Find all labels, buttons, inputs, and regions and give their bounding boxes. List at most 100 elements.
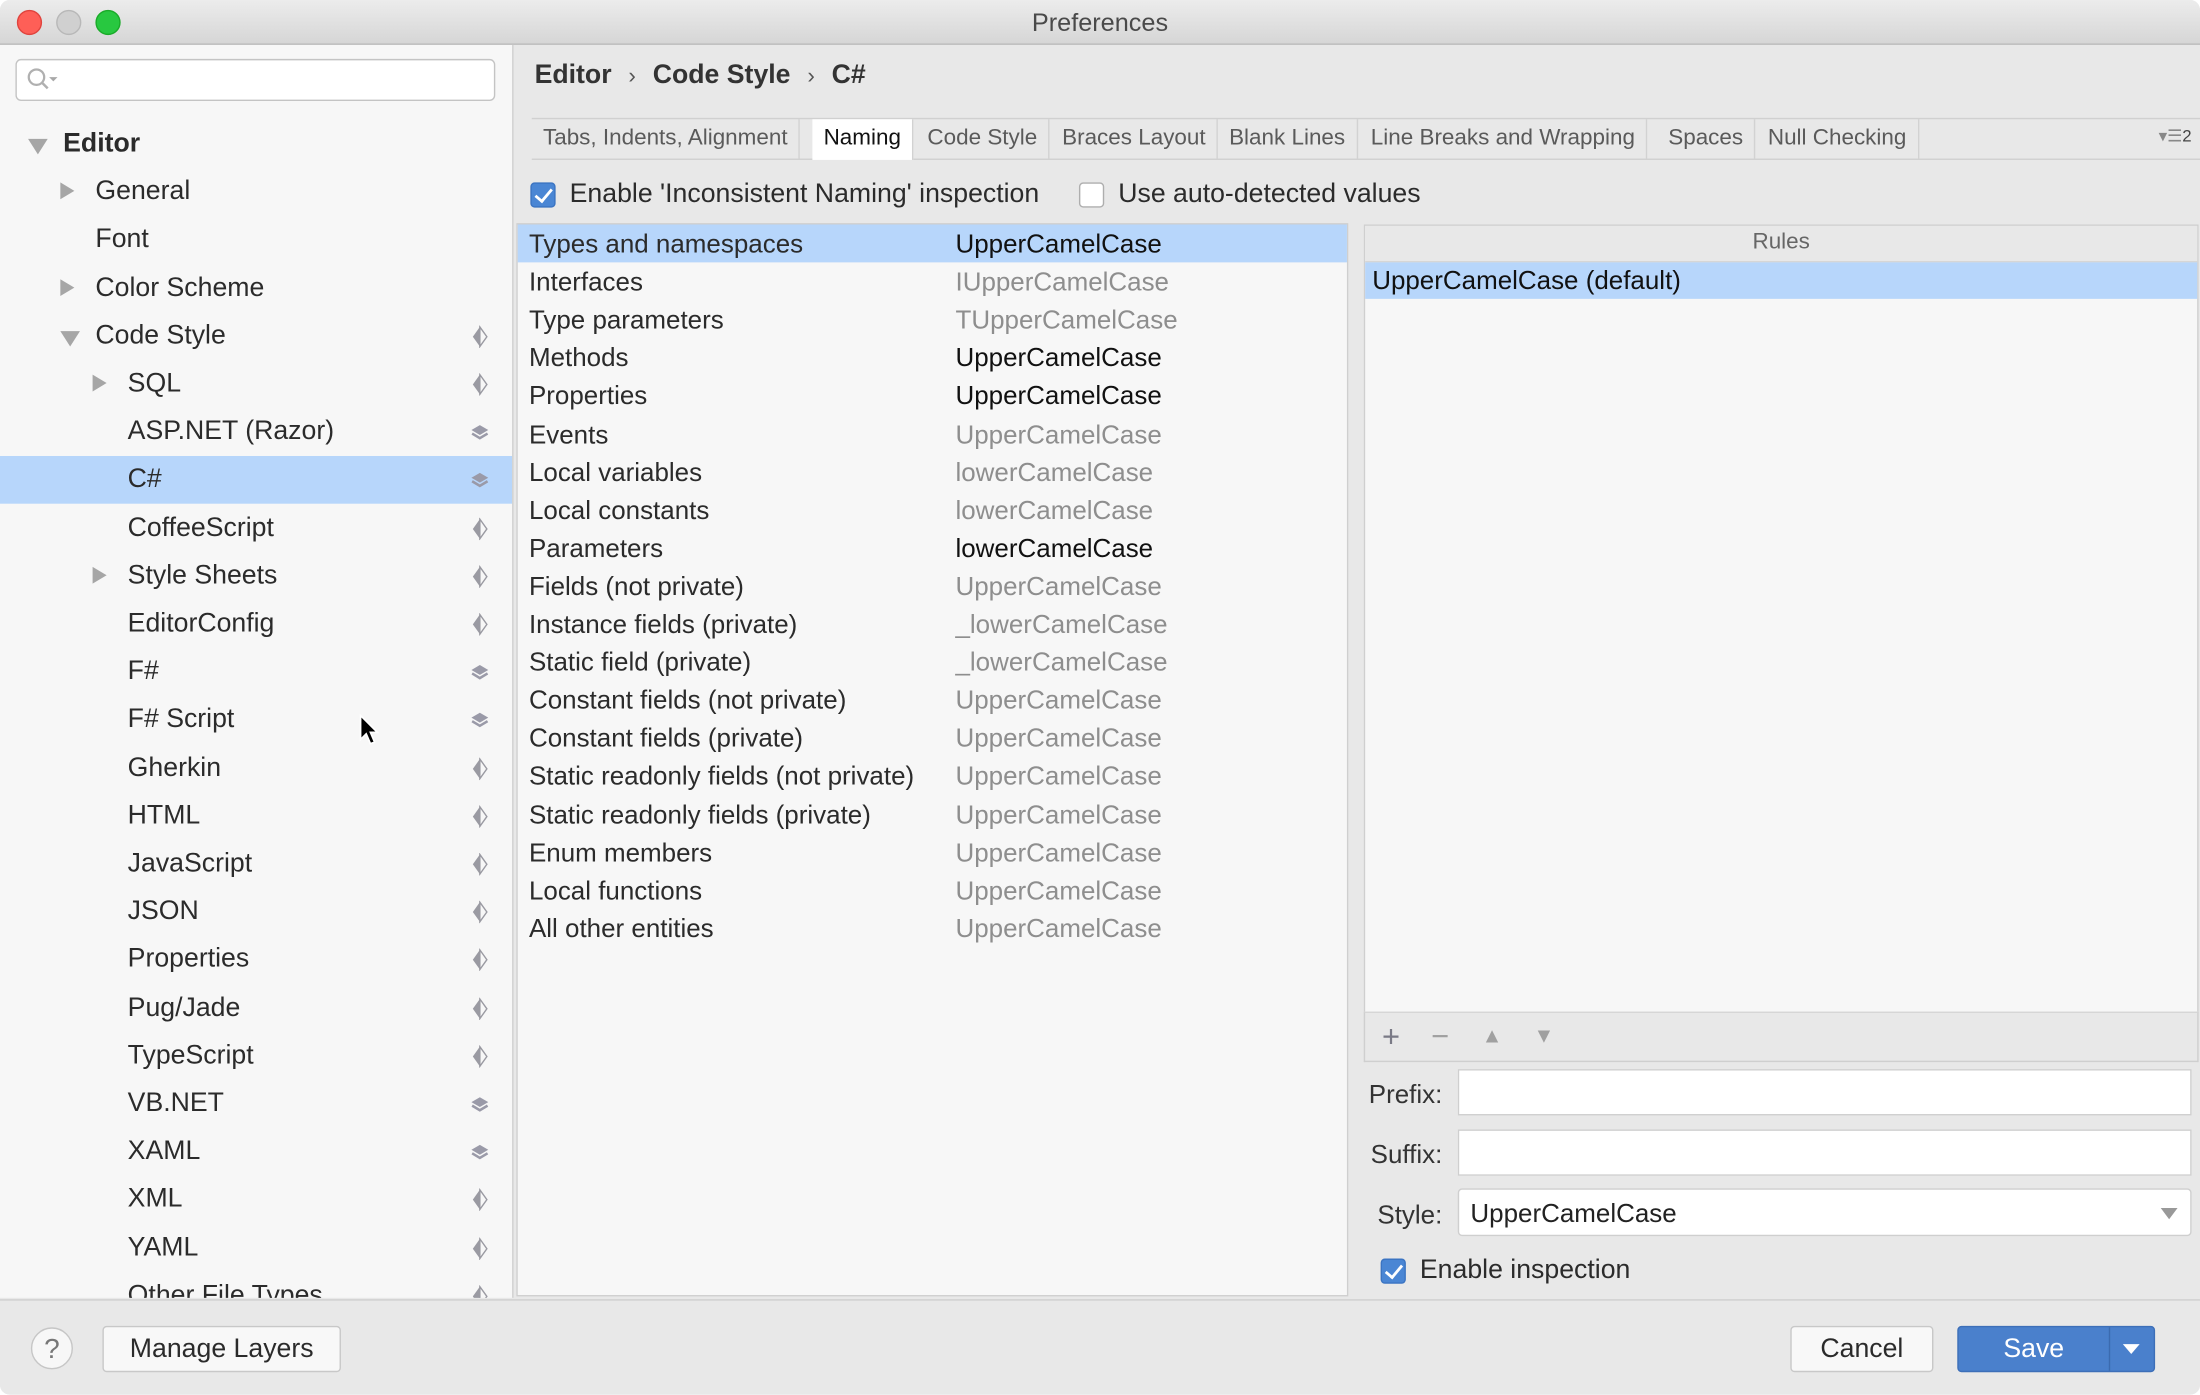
sidebar-item-label: F# Script: [127, 704, 235, 735]
move-rule-down-button[interactable]: ▼: [1534, 1024, 1555, 1048]
breadcrumb-code-style[interactable]: Code Style: [653, 60, 791, 89]
enable-inconsistent-naming-checkbox[interactable]: [530, 182, 556, 208]
diamond-icon: [472, 901, 488, 924]
naming-row[interactable]: Types and namespaces UpperCamelCase: [517, 224, 1347, 263]
prefix-label: Prefix:: [1368, 1078, 1443, 1109]
naming-row[interactable]: Fields (not private) UpperCamelCase: [518, 567, 1347, 605]
title-bar: Preferences: [0, 0, 2200, 45]
sidebar-item-label: Gherkin: [127, 752, 222, 783]
naming-row[interactable]: Local variables lowerCamelCase: [518, 453, 1347, 491]
save-button[interactable]: Save: [1957, 1325, 2156, 1373]
naming-row[interactable]: Constant fields (private) UpperCamelCase: [518, 719, 1347, 757]
sidebar-item[interactable]: JSON: [0, 888, 512, 936]
naming-row[interactable]: Static field (private) _lowerCamelCase: [518, 643, 1347, 681]
sidebar-item[interactable]: CoffeeScript: [0, 505, 512, 553]
sidebar-item[interactable]: XAML: [0, 1128, 512, 1176]
rules-header: Rules: [1365, 225, 2198, 263]
sidebar-item[interactable]: ASP.NET (Razor): [0, 409, 512, 457]
breadcrumb-editor[interactable]: Editor: [535, 60, 612, 89]
sidebar-item-label: JavaScript: [127, 848, 253, 879]
naming-row[interactable]: Parameters lowerCamelCase: [518, 529, 1347, 567]
sidebar-item[interactable]: SQL: [0, 361, 512, 409]
naming-row[interactable]: All other entities UpperCamelCase: [518, 909, 1347, 947]
breadcrumb-csharp: C#: [831, 60, 866, 90]
sidebar-item[interactable]: TypeScript: [0, 1032, 512, 1080]
sidebar-item-label: ASP.NET (Razor): [127, 416, 335, 447]
manage-layers-button[interactable]: Manage Layers: [102, 1325, 341, 1373]
move-rule-up-button[interactable]: ▲: [1482, 1024, 1503, 1048]
sidebar-item[interactable]: Code Style: [0, 313, 512, 361]
collapsed-arrow-icon[interactable]: [60, 182, 75, 200]
sidebar-item[interactable]: Properties: [0, 936, 512, 984]
save-options-chevron-icon[interactable]: [2122, 1344, 2140, 1354]
sidebar-item-label: General: [95, 177, 191, 207]
style-dropdown[interactable]: UpperCamelCase: [1457, 1188, 2192, 1237]
sidebar-item[interactable]: Editor: [0, 121, 512, 169]
sidebar-item[interactable]: Other File Types: [0, 1272, 512, 1298]
naming-row[interactable]: Static readonly fields (not private) Uppe…: [518, 757, 1347, 795]
expanded-arrow-icon[interactable]: [60, 330, 80, 347]
tab-tabs-indents-alignment[interactable]: Tabs, Indents, Alignment: [532, 119, 801, 159]
naming-row[interactable]: Type parameters TUpperCamelCase: [518, 301, 1347, 339]
sidebar-item[interactable]: JavaScript: [0, 840, 512, 888]
prefix-input[interactable]: [1457, 1069, 2192, 1116]
rule-row[interactable]: UpperCamelCase (default): [1365, 262, 2198, 299]
sidebar-item[interactable]: XML: [0, 1176, 512, 1224]
naming-row[interactable]: Constant fields (not private) UpperCamelC…: [518, 681, 1347, 719]
use-auto-detected-checkbox[interactable]: [1078, 182, 1105, 208]
sidebar-item[interactable]: F#: [0, 648, 512, 696]
suffix-input[interactable]: [1457, 1129, 2192, 1176]
sidebar-item[interactable]: EditorConfig: [0, 601, 512, 649]
naming-row[interactable]: Properties UpperCamelCase: [518, 377, 1347, 415]
sidebar-item[interactable]: HTML: [0, 792, 512, 840]
tab-null-checking[interactable]: Null Checking: [1757, 119, 1919, 159]
help-button[interactable]: ?: [30, 1327, 73, 1370]
naming-entity-kind: Properties: [528, 380, 648, 411]
remove-rule-button[interactable]: −: [1431, 1019, 1449, 1055]
sidebar-item[interactable]: F# Script: [0, 696, 512, 744]
naming-row[interactable]: Local functions UpperCamelCase: [518, 871, 1347, 909]
naming-row[interactable]: Enum members UpperCamelCase: [518, 833, 1347, 871]
cancel-button[interactable]: Cancel: [1790, 1325, 1934, 1373]
naming-entity-kind: Fields (not private): [528, 570, 744, 601]
naming-row[interactable]: Static readonly fields (private) UpperCam…: [518, 795, 1347, 833]
expanded-arrow-icon[interactable]: [28, 138, 48, 155]
sidebar-item[interactable]: Font: [0, 217, 512, 265]
settings-sidebar: Editor General Font Color Scheme Code Style S…: [0, 44, 514, 1298]
sidebar-item[interactable]: Style Sheets: [0, 553, 512, 601]
enable-inspection-checkbox[interactable]: [1380, 1258, 1406, 1284]
sidebar-item[interactable]: C#: [0, 456, 513, 505]
sidebar-item[interactable]: General: [0, 169, 512, 217]
collapsed-arrow-icon[interactable]: [92, 374, 107, 392]
tab-braces-layout[interactable]: Braces Layout: [1051, 119, 1219, 159]
naming-row[interactable]: Methods UpperCamelCase: [518, 339, 1347, 377]
naming-entity-kind: Constant fields (private): [528, 722, 804, 753]
sidebar-item[interactable]: Color Scheme: [0, 265, 512, 313]
sidebar-item[interactable]: VB.NET: [0, 1080, 512, 1128]
add-rule-button[interactable]: +: [1382, 1019, 1400, 1055]
tab-code-style[interactable]: Code Style: [916, 119, 1050, 159]
mouse-cursor-icon: [359, 714, 380, 745]
tab-overflow-button[interactable]: ▾☰2: [2159, 126, 2192, 146]
tab-blank-lines[interactable]: Blank Lines: [1218, 119, 1358, 159]
suffix-label: Suffix:: [1370, 1139, 1443, 1169]
naming-row[interactable]: Interfaces IUpperCamelCase: [518, 263, 1347, 301]
sidebar-item[interactable]: YAML: [0, 1224, 512, 1272]
naming-entity-kind: Events: [528, 418, 609, 449]
naming-entity-kind: All other entities: [528, 913, 714, 943]
tab-spaces[interactable]: Spaces: [1657, 119, 1756, 159]
tab-line-breaks-and-wrapping[interactable]: Line Breaks and Wrapping: [1360, 119, 1648, 159]
sidebar-item[interactable]: Gherkin: [0, 744, 512, 792]
naming-row[interactable]: Instance fields (private) _lowerCamelCase: [518, 605, 1347, 643]
sidebar-item-label: XAML: [127, 1136, 201, 1167]
settings-search-input[interactable]: [15, 58, 496, 102]
collapsed-arrow-icon[interactable]: [92, 566, 107, 584]
tab-naming[interactable]: Naming: [812, 119, 914, 160]
diamond-icon: [472, 373, 488, 396]
collapsed-arrow-icon[interactable]: [60, 278, 75, 296]
naming-row[interactable]: Events UpperCamelCase: [518, 415, 1347, 453]
naming-row[interactable]: Local constants lowerCamelCase: [518, 491, 1347, 529]
sidebar-item-label: Style Sheets: [127, 560, 278, 591]
window-title: Preferences: [1031, 8, 1169, 37]
sidebar-item[interactable]: Pug/Jade: [0, 984, 512, 1032]
